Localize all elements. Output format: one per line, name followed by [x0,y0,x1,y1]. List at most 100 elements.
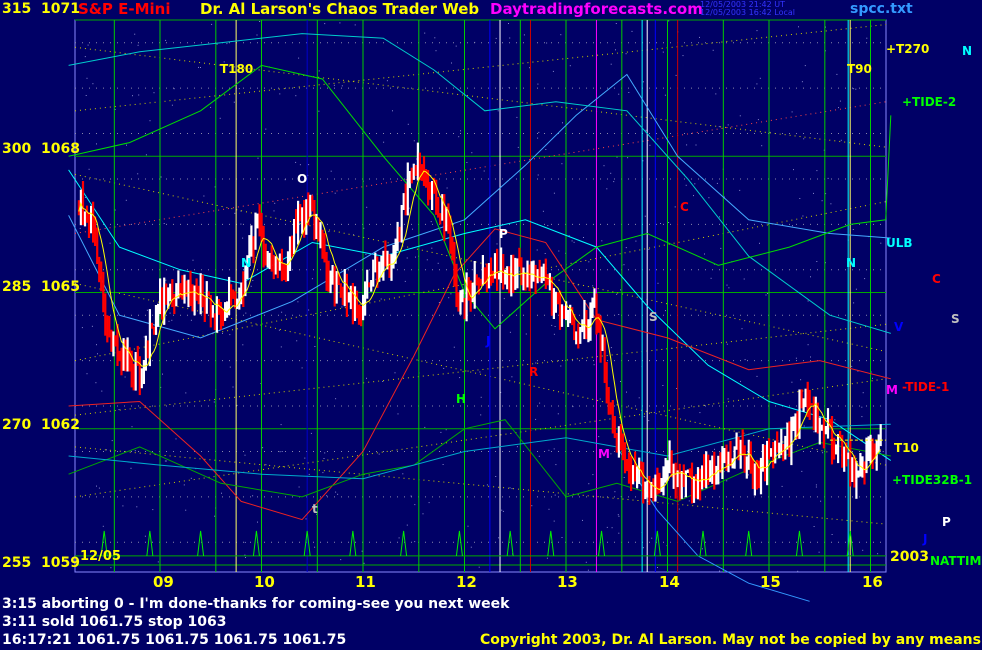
dot [501,509,503,511]
dot [160,176,162,178]
dot [234,212,236,214]
dot [337,493,339,495]
price-bar [370,280,373,292]
marker-o: O [297,172,308,186]
dot [229,334,231,336]
dot [149,120,151,122]
dot [759,242,760,244]
price-bar [457,292,460,312]
dot [79,227,81,229]
price-bar [597,313,600,333]
dot [714,448,715,450]
dot [262,447,264,449]
dot [110,567,112,569]
dot [426,259,428,261]
price-chart [68,19,892,602]
dot [165,279,167,281]
price-bar [560,304,564,327]
dot [851,365,853,367]
dot [839,100,841,102]
price-bar [207,291,210,297]
dot [451,62,452,64]
dot [618,93,620,95]
price-bar [745,456,748,479]
dot [553,192,555,194]
price-bar [374,252,377,273]
price-bar [416,142,419,181]
price-bar [335,271,338,304]
dot [238,88,240,90]
price-bar [721,446,724,479]
dot [435,50,437,52]
dot [415,256,416,258]
price-bar [849,438,852,487]
dot [422,513,424,515]
dot [583,237,584,238]
dot [756,30,758,32]
price-bar [877,434,880,452]
price-bar [727,451,730,473]
dot [601,240,603,242]
dot [226,43,228,45]
dot [412,228,413,230]
dot [631,30,633,32]
dot [354,24,356,26]
site-link[interactable]: Daytradingforecasts.com [490,0,703,18]
price-bar [593,288,596,308]
price-bar [465,272,468,322]
price-bar [242,271,245,307]
dot [213,401,215,403]
dot [538,455,540,457]
price-bar [516,258,519,289]
price-bar [664,458,667,483]
price-bar [355,290,359,319]
dot [281,451,283,452]
dot [295,161,297,163]
price-bar [366,269,369,299]
dot [483,170,485,172]
price-bar [345,273,348,317]
price-bar [396,221,399,251]
marker-r: R [529,365,539,379]
price-bar [262,225,265,268]
price-bar [270,245,273,272]
price-bar [735,432,738,450]
price-bar [327,260,330,292]
dot [134,450,136,452]
price-bar [256,213,259,229]
price-bar [658,472,661,494]
dot [620,289,621,291]
dot [424,32,426,34]
dot [216,43,218,45]
dot [615,23,617,24]
dot [801,470,803,472]
price-bar [583,300,586,340]
price-bar [810,403,813,405]
dot [296,340,298,342]
price-bar [161,287,164,320]
dot [588,261,590,263]
price-bar [640,461,643,477]
dot [480,414,482,416]
price-bar [814,396,817,433]
dot [323,458,325,459]
dot [466,162,468,163]
price-bar [439,213,442,225]
dot [455,45,457,47]
dot [171,319,173,321]
dot [509,331,511,333]
price-bar [305,199,308,235]
price-bar [713,451,716,490]
message-line-1: 3:15 aborting 0 - I'm done-thanks for co… [2,596,510,612]
dot [810,276,811,278]
dot [111,440,113,442]
dot [430,221,432,223]
dot [744,359,746,361]
dot [726,480,728,482]
dot [793,169,794,171]
dot [341,85,343,87]
dot [378,453,380,455]
label-tide32b-1: +TIDE32B-1 [892,473,973,487]
price-bar [822,417,825,449]
dot [479,371,481,373]
